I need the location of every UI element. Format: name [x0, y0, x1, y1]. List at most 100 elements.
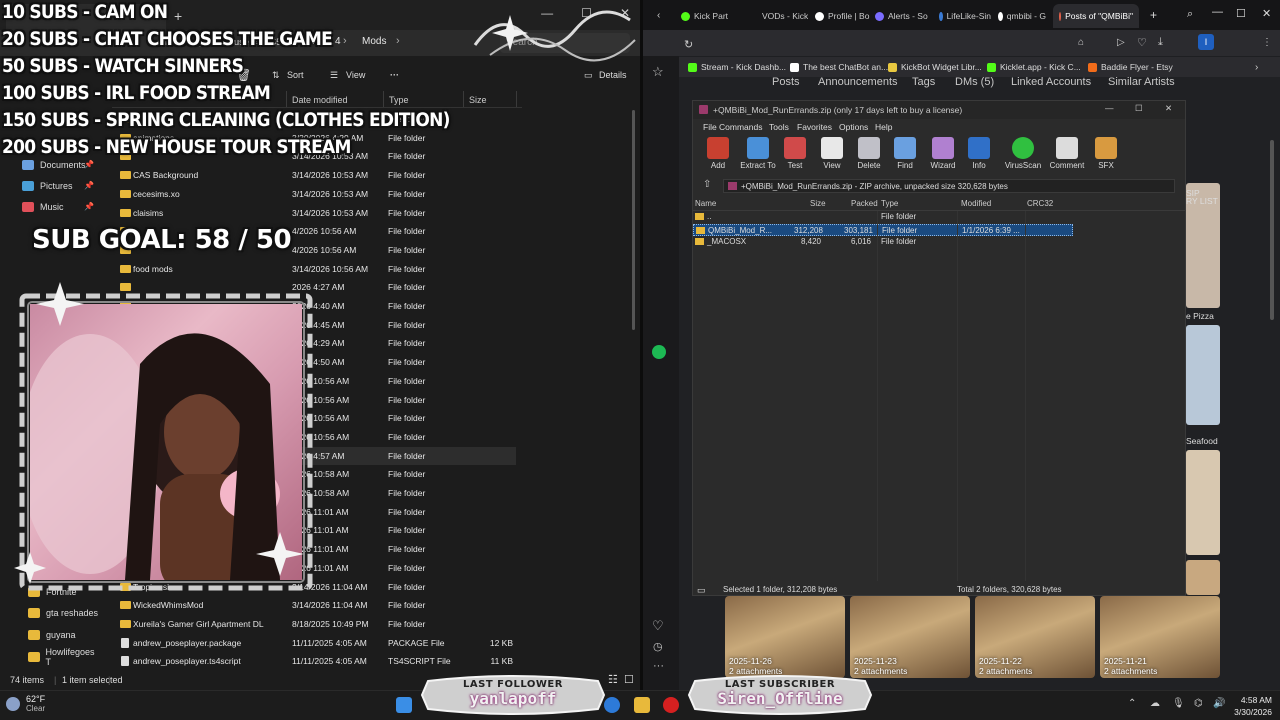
maximize-icon[interactable]: ☐ — [1236, 7, 1246, 20]
archive-column-header[interactable]: CRC32 — [1027, 199, 1053, 208]
menu-item[interactable]: Commands — [719, 122, 762, 132]
browser-tab[interactable]: Profile | Bo — [815, 6, 871, 26]
page-tab[interactable]: Announcements — [818, 76, 898, 88]
column-divider[interactable] — [516, 91, 517, 107]
menu-item[interactable]: Favorites — [797, 122, 832, 132]
archive-column-header[interactable]: Name — [695, 199, 716, 208]
browser-address-bar[interactable] — [643, 30, 1280, 56]
bookmark-item[interactable]: Kicklet.app - Kick C... — [987, 62, 1081, 72]
nav-item[interactable]: Pictures — [22, 177, 73, 195]
file-row[interactable]: cecesims.xo 3/14/2026 10:53 AM File folder — [112, 185, 516, 203]
browser-tab[interactable]: LifeLike-Sin — [939, 6, 991, 26]
toolbar-button[interactable]: SFX — [1084, 137, 1128, 170]
archive-column-header[interactable]: Size — [810, 199, 826, 208]
menu-icon[interactable]: ⋮ — [1262, 37, 1272, 48]
download-icon[interactable]: ⤓ — [1158, 36, 1163, 49]
close-icon[interactable]: ✕ — [1165, 103, 1172, 114]
column-size[interactable]: Size — [469, 95, 487, 105]
chevron-up-icon[interactable]: ⌃ — [1128, 698, 1136, 709]
bookmark-item[interactable]: KickBot Widget Libr... — [888, 62, 982, 72]
volume-icon[interactable]: 🔊 — [1213, 698, 1225, 709]
nav-item[interactable]: Howlifegoes T — [28, 647, 100, 667]
archive-row[interactable]: _MACOSX 8,420 6,016 File folder — [693, 236, 1073, 248]
back-icon[interactable]: ‹ — [657, 10, 660, 21]
page-tab[interactable]: Posts — [772, 76, 800, 88]
toolbar-button[interactable]: Comment — [1045, 137, 1089, 170]
minimize-icon[interactable]: — — [1212, 6, 1223, 18]
column-divider[interactable] — [383, 91, 384, 107]
post-card[interactable]: 2025-11-26 2 attachments — [725, 596, 845, 678]
archive-row[interactable]: .. File folder — [693, 211, 1073, 223]
archive-column-header[interactable]: Type — [881, 199, 898, 208]
chevron-right-icon[interactable]: › — [1255, 62, 1258, 73]
view-icon[interactable]: ☰ — [330, 70, 338, 81]
file-row[interactable]: CAS Background 3/14/2026 10:53 AM File fol… — [112, 166, 516, 184]
file-row[interactable]: food mods 3/14/2026 10:56 AM File folder — [112, 260, 516, 278]
extension-icon[interactable]: I — [1198, 34, 1214, 50]
nav-item[interactable]: gta reshades — [28, 604, 98, 622]
file-row[interactable]: andrew_poseplayer.ts4script 11/11/2025 4:… — [112, 652, 516, 670]
minimize-icon[interactable]: — — [1105, 103, 1114, 113]
column-date-modified[interactable]: Date modified — [292, 95, 348, 105]
archive-column-header[interactable]: Modified — [961, 199, 991, 208]
post-card[interactable]: 2025-11-22 2 attachments — [975, 596, 1095, 678]
menu-item[interactable]: File — [703, 122, 717, 132]
spotify-icon[interactable] — [652, 345, 666, 359]
breadcrumb-mods[interactable]: Mods — [362, 36, 386, 47]
browser-tab[interactable]: Kick Part — [681, 6, 751, 26]
toolbar-button[interactable]: VirusScan — [1001, 137, 1045, 170]
toolbar-button[interactable]: Info — [957, 137, 1001, 170]
page-scrollbar[interactable] — [1270, 140, 1274, 320]
archive-column-header[interactable]: Packed — [851, 199, 878, 208]
menu-item[interactable]: Tools — [769, 122, 789, 132]
archive-row[interactable]: QMBiBi_Mod_R... 312,208 303,181 File folder… — [693, 223, 1073, 236]
view-button[interactable]: View — [346, 70, 365, 80]
post-card[interactable]: 2025-11-23 2 attachments — [850, 596, 970, 678]
file-row[interactable]: Xureila's Gamer Girl Apartment DL 8/18/20… — [112, 615, 516, 633]
scrollbar[interactable] — [632, 110, 635, 330]
file-row[interactable]: andrew_poseplayer.package 11/11/2025 4:05… — [112, 634, 516, 652]
file-row[interactable]: claisims 3/14/2026 10:53 AM File folder — [112, 204, 516, 222]
more-icon[interactable]: ··· — [653, 660, 664, 672]
bookmark-item[interactable]: The best ChatBot an... — [790, 62, 888, 72]
details-view-icon[interactable]: ☷ — [608, 673, 618, 686]
post-thumbnail[interactable] — [1186, 325, 1220, 425]
network-icon[interactable]: ⌬ — [1194, 698, 1203, 709]
menu-item[interactable]: Options — [839, 122, 868, 132]
opera-icon[interactable] — [663, 697, 679, 713]
details-icon[interactable]: ▭ — [584, 70, 593, 81]
favorite-icon[interactable]: ♡ — [1137, 36, 1147, 49]
home-icon[interactable]: ☆ — [652, 64, 664, 80]
browser-tab[interactable]: VODs - Kick — [758, 6, 808, 26]
browser-tab[interactable]: qmbibi - G — [998, 6, 1046, 26]
new-tab-icon[interactable]: + — [1150, 8, 1157, 22]
maximize-icon[interactable]: ☐ — [1135, 103, 1143, 114]
nav-item[interactable]: Documents — [22, 156, 86, 174]
new-tab-icon[interactable]: + — [174, 8, 182, 24]
column-type[interactable]: Type — [389, 95, 409, 105]
sort-icon[interactable]: ⇅ — [272, 70, 280, 81]
system-clock[interactable]: 4:58 AM 3/30/2026 — [1234, 694, 1272, 718]
up-folder-icon[interactable]: ⇧ — [703, 179, 711, 190]
browser-tab[interactable]: Alerts - So — [875, 6, 933, 26]
browser-tab[interactable]: Posts of "QMBiBi" — [1053, 4, 1139, 28]
reload-icon[interactable]: ↻ — [684, 38, 693, 51]
menu-item[interactable]: Help — [875, 122, 892, 132]
search-tabs-icon[interactable]: ⌕ — [1187, 8, 1193, 21]
nav-item[interactable]: guyana — [28, 626, 76, 644]
page-tab[interactable]: Linked Accounts — [1011, 76, 1091, 88]
windows-start-icon[interactable] — [396, 697, 412, 713]
bookmark-item[interactable]: Stream - Kick Dashb... — [688, 62, 786, 72]
tiles-view-icon[interactable]: ☐ — [624, 673, 634, 686]
cloud-icon[interactable]: ☁ — [1150, 698, 1160, 709]
post-card[interactable]: 2025-11-21 2 attachments — [1100, 596, 1220, 678]
column-divider[interactable] — [286, 91, 287, 107]
close-icon[interactable]: ✕ — [1262, 7, 1271, 20]
page-tab[interactable]: Tags — [912, 76, 935, 88]
toolbar-button[interactable]: Add — [696, 137, 740, 170]
column-divider[interactable] — [463, 91, 464, 107]
file-explorer-icon[interactable] — [634, 697, 650, 713]
post-thumbnail[interactable] — [1186, 450, 1220, 555]
microphone-icon[interactable]: 🎙 — [1172, 698, 1185, 709]
more-options-button[interactable]: ··· — [390, 70, 399, 80]
